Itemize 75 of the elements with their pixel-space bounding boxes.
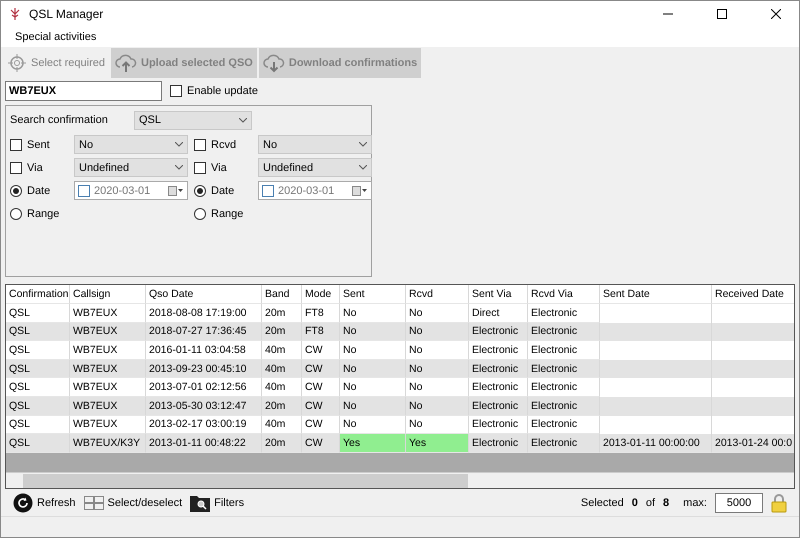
selected-count: 0 bbox=[632, 497, 638, 509]
column-header[interactable]: Mode bbox=[302, 285, 340, 304]
radio-label: Date bbox=[211, 184, 236, 196]
checkbox-label: Via bbox=[27, 162, 44, 174]
checkbox[interactable] bbox=[10, 138, 22, 150]
window-title: QSL Manager bbox=[29, 7, 104, 21]
status-label: max: bbox=[683, 497, 707, 509]
toolbar-button[interactable]: Refresh bbox=[13, 493, 76, 513]
table-cell: 20m bbox=[262, 434, 302, 453]
checkbox[interactable] bbox=[194, 162, 206, 174]
chevron-down-icon bbox=[175, 165, 183, 170]
horizontal-scrollbar[interactable] bbox=[6, 472, 794, 488]
chevron-down-icon bbox=[175, 142, 183, 147]
column-header[interactable]: Rcvd Via bbox=[528, 285, 600, 304]
status-label: Selected bbox=[580, 497, 624, 509]
table-cell: Yes bbox=[406, 434, 469, 453]
column-header[interactable]: Sent Via bbox=[469, 285, 528, 304]
calendar-dropdown-icon bbox=[168, 186, 184, 196]
field-label: Search confirmation bbox=[10, 114, 109, 126]
grid-icon bbox=[84, 496, 104, 510]
toolbar-button[interactable]: Filters bbox=[190, 494, 244, 512]
cloud-download-icon bbox=[262, 53, 285, 73]
radio-button[interactable] bbox=[10, 208, 22, 220]
refresh-icon bbox=[13, 493, 33, 513]
crosshair-icon bbox=[7, 53, 27, 73]
radio-label: Range bbox=[27, 208, 60, 220]
menu-item[interactable]: Special activities bbox=[7, 31, 104, 43]
column-header[interactable]: Confirmation bbox=[6, 285, 70, 304]
radio-button[interactable] bbox=[194, 208, 206, 220]
date-field[interactable]: 2020-03-01 bbox=[74, 181, 188, 200]
callsign-field[interactable]: WB7EUX bbox=[5, 81, 162, 101]
radio-button[interactable] bbox=[194, 184, 206, 196]
dropdown[interactable]: Undefined bbox=[74, 158, 188, 177]
maximize-icon[interactable] bbox=[717, 9, 727, 19]
dropdown[interactable]: Undefined bbox=[258, 158, 372, 177]
table-cell: WB7EUX/K3Y bbox=[70, 434, 146, 453]
column-header[interactable]: Band bbox=[262, 285, 302, 304]
checkbox-label: Rcvd bbox=[211, 138, 238, 150]
checkbox-label: Via bbox=[211, 162, 228, 174]
column-header[interactable]: Qso Date bbox=[146, 285, 262, 304]
column-header[interactable]: Sent Date bbox=[600, 285, 712, 304]
table-cell: Electronic bbox=[528, 434, 600, 453]
folder-search-icon bbox=[190, 494, 210, 512]
antenna-icon bbox=[9, 7, 21, 21]
date-field[interactable]: 2020-03-01 bbox=[258, 181, 372, 200]
dropdown[interactable]: No bbox=[258, 135, 372, 154]
table-cell: 2013-01-11 00:00:00 bbox=[600, 434, 712, 453]
column-header[interactable]: Callsign bbox=[70, 285, 146, 304]
table-cell: Electronic bbox=[469, 434, 528, 453]
dropdown[interactable]: No bbox=[74, 135, 188, 154]
radio-label: Range bbox=[211, 208, 244, 220]
table-cell: QSL bbox=[6, 434, 70, 453]
radio-label: Date bbox=[27, 184, 52, 196]
column-header[interactable]: Rcvd bbox=[406, 285, 469, 304]
checkbox[interactable] bbox=[170, 85, 182, 97]
total-count: 8 bbox=[663, 497, 670, 509]
max-field[interactable]: 5000 bbox=[715, 493, 763, 513]
checkbox-label: Enable update bbox=[187, 85, 258, 97]
checkbox-label: Sent bbox=[27, 138, 51, 150]
radio-button[interactable] bbox=[10, 184, 22, 196]
column-header[interactable]: Sent bbox=[340, 285, 406, 304]
cloud-upload-icon bbox=[115, 53, 137, 73]
chevron-down-icon bbox=[359, 165, 367, 170]
table-cell: Yes bbox=[340, 434, 406, 453]
chevron-down-icon bbox=[239, 118, 247, 122]
checkbox[interactable] bbox=[10, 162, 22, 174]
toolbar-button[interactable]: Select/deselect bbox=[84, 496, 182, 510]
dropdown[interactable]: QSL bbox=[134, 110, 252, 130]
checkbox[interactable] bbox=[194, 138, 206, 150]
close-icon[interactable] bbox=[771, 9, 781, 19]
table-cell: 2013-01-11 00:48:22 bbox=[146, 434, 262, 453]
chevron-down-icon bbox=[359, 142, 367, 147]
table-cell: 2013-01-24 00:0 bbox=[712, 434, 794, 453]
calendar-dropdown-icon bbox=[352, 186, 368, 196]
status-label: of bbox=[646, 497, 656, 509]
